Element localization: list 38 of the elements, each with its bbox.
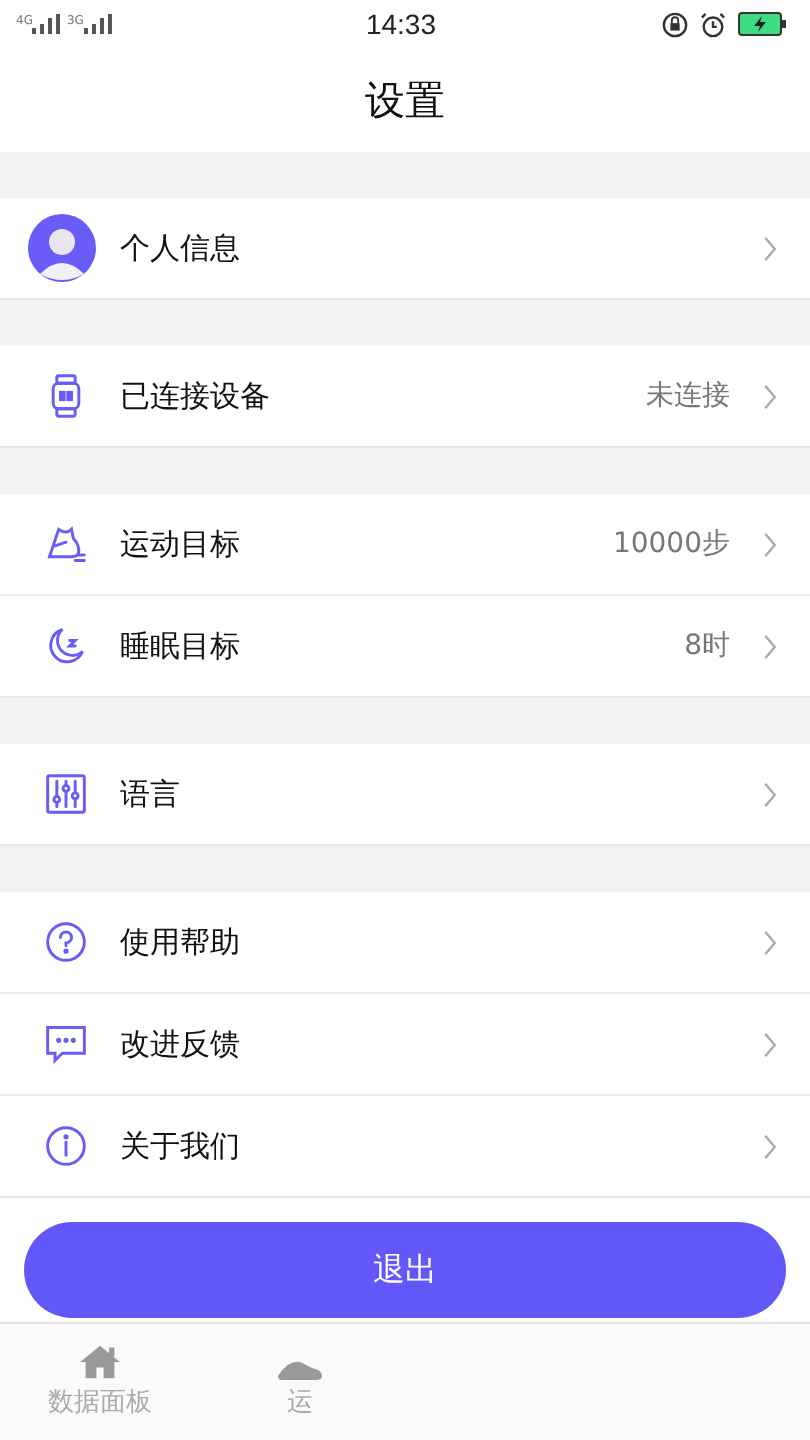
sliders-icon <box>44 772 88 816</box>
logout-button[interactable]: 退出 <box>24 1222 786 1318</box>
settings-row[interactable]: 运动目标 10000步 <box>0 494 810 596</box>
alarm-icon <box>699 11 726 37</box>
rotation-lock-icon <box>661 11 688 37</box>
chevron-icon <box>762 531 778 557</box>
row-label: 使用帮助 <box>120 923 242 961</box>
row-label: 关于我们 <box>120 1127 242 1165</box>
row-label: 改进反馈 <box>120 1025 242 1063</box>
chat-icon <box>44 1022 88 1066</box>
moon-icon <box>44 624 88 668</box>
battery-icon <box>737 12 786 36</box>
row-value: 未连接 <box>646 378 730 414</box>
row-label: 运动目标 <box>120 525 242 563</box>
chevron-icon <box>762 1133 778 1159</box>
signal-icon <box>32 14 61 34</box>
row-value: 8时 <box>684 628 730 664</box>
chevron-icon <box>762 781 778 807</box>
settings-row[interactable]: 改进反馈 <box>0 994 810 1096</box>
page-title: 设置 <box>365 73 445 127</box>
signal-icon <box>83 14 112 34</box>
chevron-icon <box>762 1031 778 1057</box>
avatar-icon <box>28 214 96 282</box>
row-value: 10000步 <box>612 526 730 562</box>
row-label: 个人信息 <box>120 229 242 267</box>
home-icon <box>78 1344 122 1380</box>
row-label: 语言 <box>120 775 182 813</box>
row-label: 睡眠目标 <box>120 627 242 665</box>
settings-row[interactable]: 关于我们 <box>0 1096 810 1198</box>
chevron-icon <box>762 633 778 659</box>
info-icon <box>44 1124 88 1168</box>
help-icon <box>44 920 88 964</box>
clock-time: 14:33 <box>365 8 437 40</box>
settings-row[interactable]: 使用帮助 <box>0 892 810 994</box>
chevron-icon <box>762 235 778 261</box>
row-label: 已连接设备 <box>120 377 272 415</box>
chevron-icon <box>762 383 778 409</box>
chevron-icon <box>762 929 778 955</box>
